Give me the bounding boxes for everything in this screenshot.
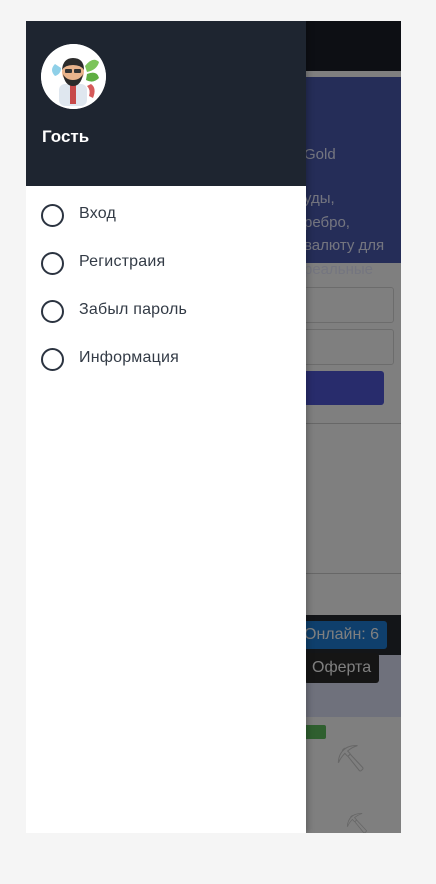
menu-item-label: Вход	[79, 205, 116, 222]
menu-item-label: Информация	[79, 349, 179, 366]
menu-item-login[interactable]: Вход	[26, 196, 306, 244]
menu-item-label: Регистраия	[79, 253, 166, 270]
menu-item-register[interactable]: Регистраия	[26, 244, 306, 292]
avatar-icon[interactable]	[41, 44, 106, 109]
radio-icon	[41, 204, 64, 227]
navigation-drawer: Гость Вход Регистраия Забыл пароль Инфор…	[26, 21, 306, 833]
username: Гость	[42, 127, 90, 146]
menu-item-information[interactable]: Информация	[26, 340, 306, 388]
radio-icon	[41, 252, 64, 275]
menu-item-forgot-password[interactable]: Забыл пароль	[26, 292, 306, 340]
drawer-menu: Вход Регистраия Забыл пароль Информация	[26, 196, 306, 388]
drawer-header: Гость	[26, 21, 306, 186]
menu-item-label: Забыл пароль	[79, 301, 188, 318]
radio-icon	[41, 348, 64, 371]
app-screen: Gold уды, ребро, валюту для реальные Онл…	[26, 21, 401, 833]
radio-icon	[41, 300, 64, 323]
